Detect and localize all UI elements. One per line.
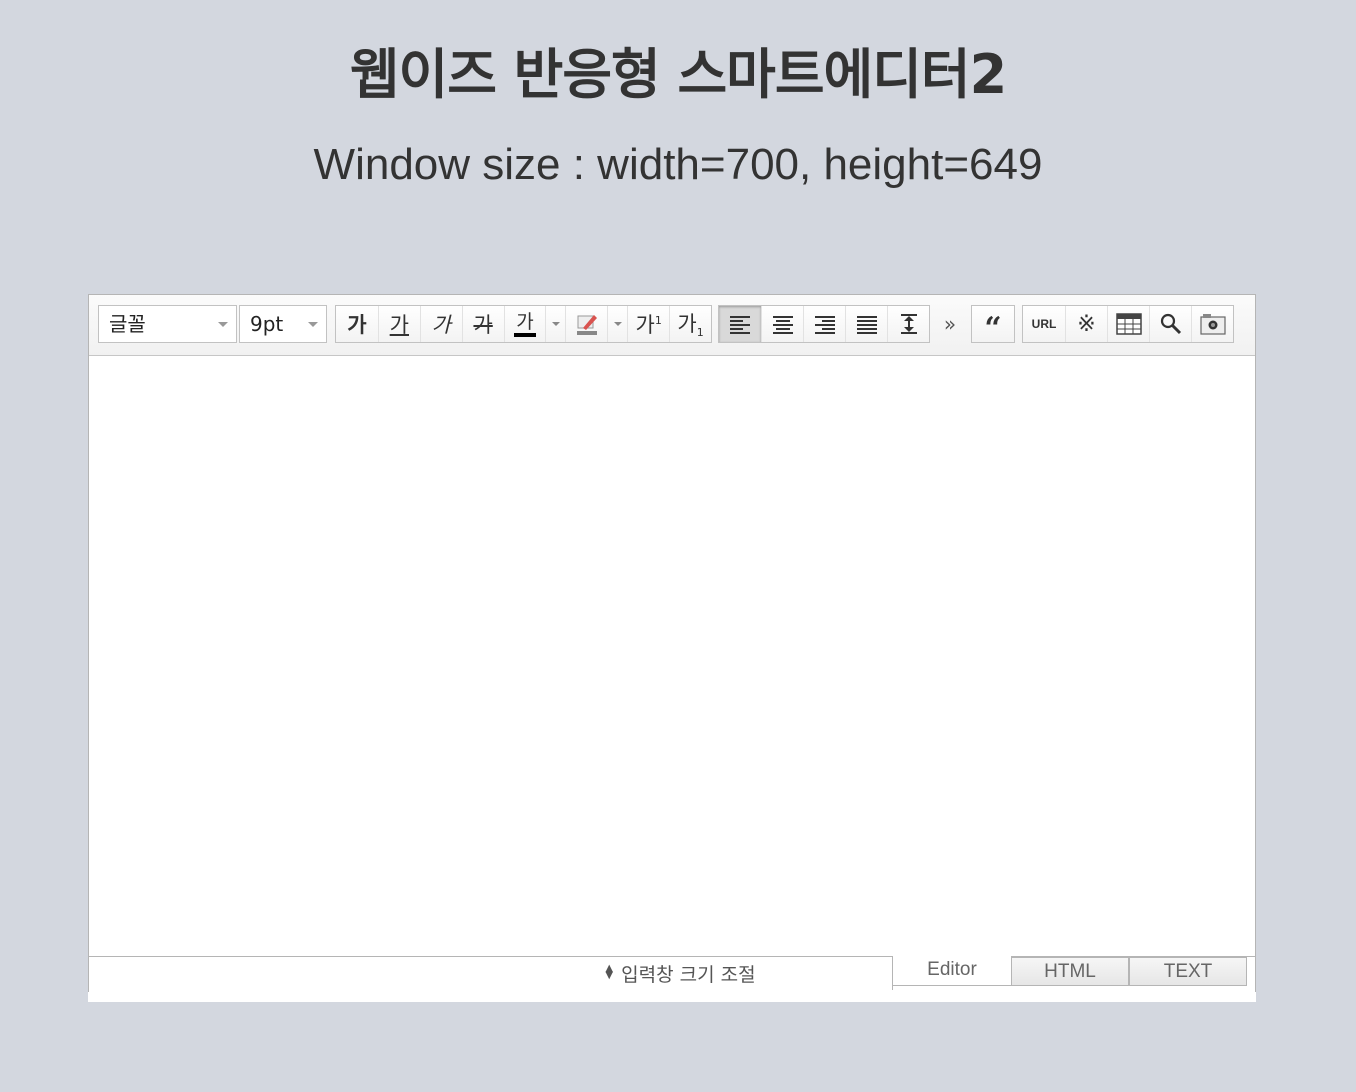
tab-html[interactable]: HTML — [1011, 957, 1129, 986]
italic-button[interactable]: 가 — [419, 306, 462, 342]
page-title: 웹이즈 반응형 스마트에디터2 — [349, 43, 1007, 106]
underline-icon: 가 — [389, 313, 409, 337]
subscript-icon: 가1 — [677, 312, 704, 340]
search-icon — [1160, 313, 1181, 335]
link-icon: URL — [1031, 317, 1057, 331]
smart-editor: 글꼴 9pt 가 가 가 가 가 가1 가1 » “ URL ※ ▲ ▼ 입력창… — [88, 294, 1256, 992]
bold-button[interactable]: 가 — [336, 306, 378, 342]
url-button[interactable]: URL — [1023, 306, 1065, 342]
chevron-down-icon — [218, 322, 228, 327]
alignment-group — [718, 305, 930, 343]
subscript-button[interactable]: 가1 — [669, 306, 711, 342]
window-size-text: Window size : width=700, height=649 — [313, 140, 1043, 189]
editor-statusbar: ▲ ▼ 입력창 크기 조절 Editor HTML TEXT — [89, 955, 1255, 992]
strikethrough-button[interactable]: 가 — [461, 306, 504, 342]
highlight-color-button[interactable] — [565, 306, 607, 342]
smart-editor-container: 글꼴 9pt 가 가 가 가 가 가1 가1 » “ URL ※ ▲ ▼ 입력창… — [88, 294, 1256, 1002]
line-height-button[interactable] — [887, 306, 929, 342]
align-justify-icon — [856, 316, 877, 334]
superscript-button[interactable]: 가1 — [627, 306, 669, 342]
chevron-down-icon — [551, 322, 560, 326]
tab-editor[interactable]: Editor — [893, 955, 1011, 986]
chevron-down-icon — [308, 322, 318, 327]
photo-button[interactable] — [1191, 306, 1233, 342]
align-right-icon — [814, 316, 835, 334]
font-color-swatch — [514, 332, 536, 337]
align-left-icon — [730, 316, 750, 334]
photo-icon — [1199, 314, 1226, 335]
quote-icon: “ — [984, 311, 1002, 346]
tab-text[interactable]: TEXT — [1129, 957, 1247, 986]
font-family-select[interactable]: 글꼴 — [98, 305, 237, 343]
editor-toolbar: 글꼴 9pt 가 가 가 가 가 가1 가1 » “ URL ※ — [89, 295, 1255, 356]
line-height-icon — [900, 314, 917, 334]
chevron-down-icon — [613, 322, 622, 326]
find-replace-button[interactable] — [1149, 306, 1191, 342]
font-color-button[interactable]: 가 — [503, 306, 546, 342]
font-family-value: 글꼴 — [109, 312, 146, 336]
align-center-icon — [772, 316, 793, 334]
special-character-icon: ※ — [1077, 311, 1096, 337]
align-left-button[interactable] — [719, 306, 761, 342]
resize-label: 입력창 크기 조절 — [621, 964, 756, 986]
text-style-group: 가 가 가 가 가 가1 가1 — [335, 305, 712, 343]
underline-button[interactable]: 가 — [377, 306, 420, 342]
quote-button[interactable]: “ — [972, 306, 1014, 346]
special-character-button[interactable]: ※ — [1065, 306, 1107, 342]
table-button[interactable] — [1107, 306, 1149, 342]
align-right-button[interactable] — [803, 306, 845, 342]
font-size-value: 9pt — [250, 312, 284, 336]
insert-group: URL ※ — [1022, 305, 1234, 343]
editor-content-area[interactable] — [89, 356, 1255, 956]
highlight-pen-icon — [576, 315, 597, 335]
resize-arrows-icon: ▲ ▼ — [605, 963, 614, 981]
resize-handle[interactable]: ▲ ▼ 입력창 크기 조절 — [89, 957, 893, 990]
bold-icon: 가 — [347, 313, 367, 337]
table-icon — [1115, 313, 1142, 335]
font-color-dropdown[interactable] — [545, 306, 565, 342]
quote-group: “ — [971, 305, 1015, 346]
align-center-button[interactable] — [761, 306, 803, 342]
more-tools-button[interactable]: » — [937, 307, 963, 341]
strikethrough-icon: 가 — [473, 313, 493, 337]
align-justify-button[interactable] — [845, 306, 887, 342]
italic-icon: 가 — [431, 313, 451, 337]
superscript-icon: 가1 — [635, 313, 662, 337]
font-size-select[interactable]: 9pt — [239, 305, 327, 343]
font-color-icon: 가 — [516, 310, 534, 333]
highlight-color-dropdown[interactable] — [607, 306, 627, 342]
